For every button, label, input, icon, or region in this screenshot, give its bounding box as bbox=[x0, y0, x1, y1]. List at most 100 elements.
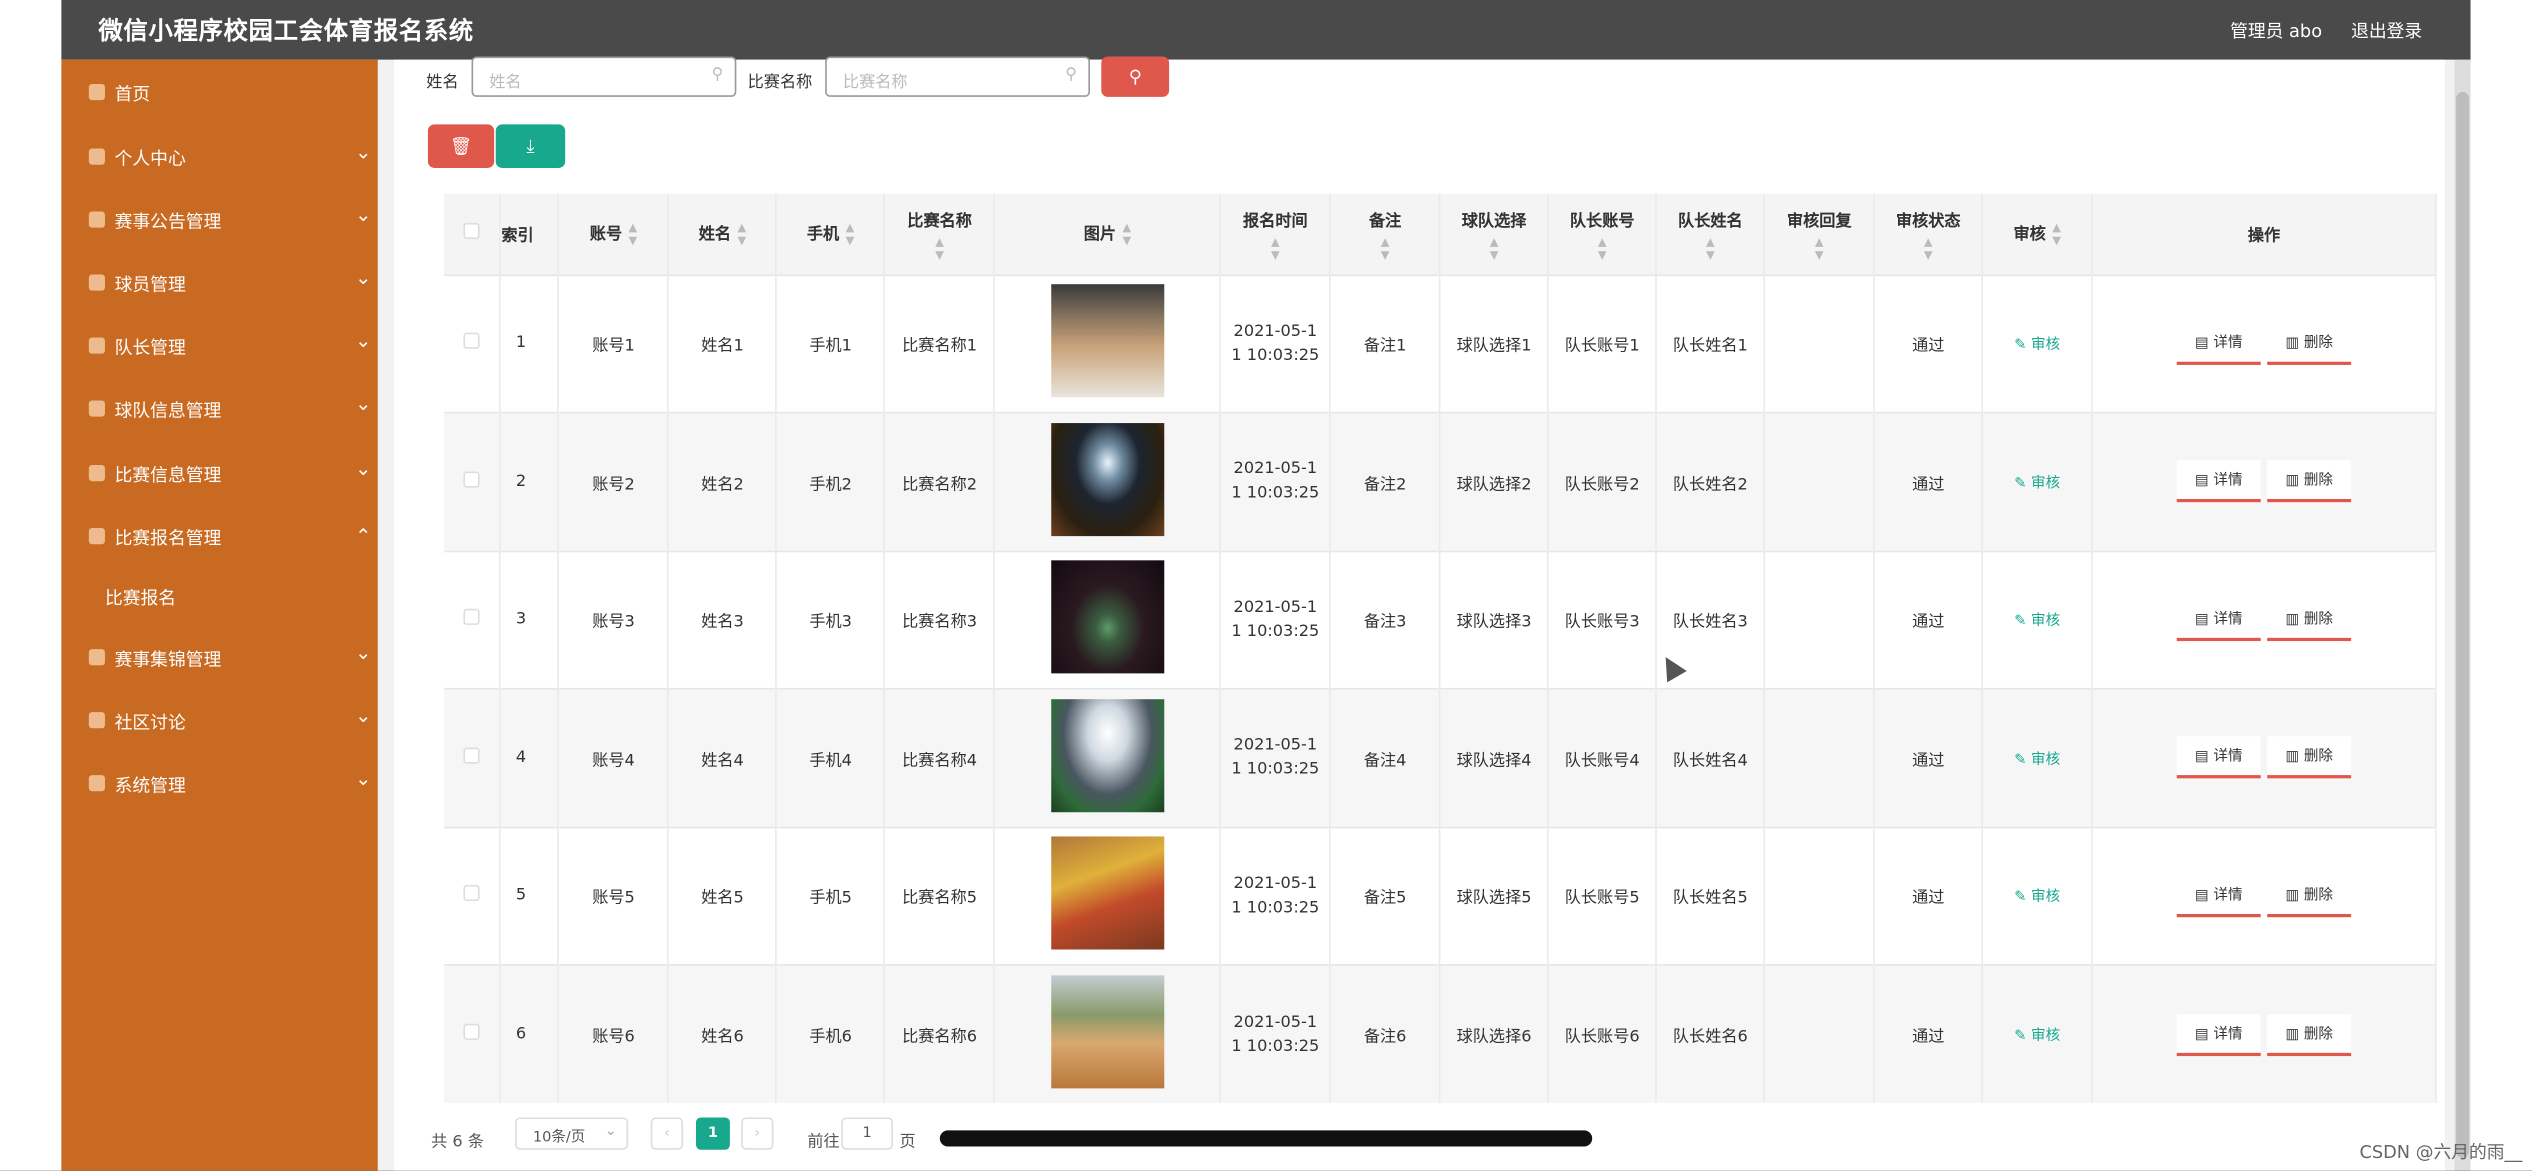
delete-button[interactable]: ▥ 删除 bbox=[2267, 736, 2352, 779]
venue-thumbnail[interactable] bbox=[1050, 422, 1164, 536]
cell-index: 6 bbox=[500, 964, 560, 1103]
column-header-3[interactable]: 手机 ▲ ▼ bbox=[776, 193, 886, 275]
sort-icon[interactable]: ▲ ▼ bbox=[1657, 235, 1764, 261]
audit-link[interactable]: ✎ 审核 bbox=[2014, 338, 2060, 354]
sort-icon[interactable]: ▲ ▼ bbox=[738, 222, 747, 248]
sidebar-item-7[interactable]: 比赛报名管理 ⌃ bbox=[61, 512, 378, 560]
sidebar-item-1[interactable]: 个人中心 ⌄ bbox=[61, 132, 378, 180]
batch-delete-button[interactable]: 🗑 bbox=[427, 124, 495, 168]
audit-link[interactable]: ✎ 审核 bbox=[2014, 752, 2060, 768]
row-checkbox[interactable] bbox=[463, 471, 480, 488]
audit-link[interactable]: ✎ 审核 bbox=[2014, 890, 2060, 906]
sort-icon[interactable]: ▲ ▼ bbox=[629, 222, 638, 248]
sidebar-item-10[interactable]: 系统管理 ⌄ bbox=[61, 759, 378, 807]
sort-icon[interactable]: ▲ ▼ bbox=[1441, 235, 1548, 261]
next-page-button[interactable]: › bbox=[741, 1117, 774, 1150]
sort-icon[interactable]: ▲ ▼ bbox=[1331, 235, 1439, 261]
column-header-1[interactable]: 账号 ▲ ▼ bbox=[558, 193, 670, 275]
column-header-2[interactable]: 姓名 ▲ ▼ bbox=[668, 193, 778, 275]
column-header-10[interactable]: 队长姓名 ▲ ▼ bbox=[1656, 193, 1766, 275]
detail-button[interactable]: ▤ 详情 bbox=[2176, 736, 2261, 779]
detail-button[interactable]: ▤ 详情 bbox=[2176, 1013, 2261, 1056]
audit-link[interactable]: ✎ 审核 bbox=[2014, 614, 2060, 630]
sort-icon[interactable]: ▲ ▼ bbox=[1765, 235, 1873, 261]
row-checkbox[interactable] bbox=[463, 609, 480, 626]
column-header-7[interactable]: 备注 ▲ ▼ bbox=[1330, 193, 1441, 275]
horizontal-scrollbar[interactable] bbox=[939, 1130, 1593, 1147]
sort-icon[interactable]: ▲ ▼ bbox=[1549, 235, 1656, 261]
sort-icon[interactable]: ▲ ▼ bbox=[2052, 222, 2061, 248]
sidebar-subitem-registration[interactable]: 比赛报名 bbox=[105, 585, 176, 611]
cell-note: 备注5 bbox=[1330, 825, 1441, 965]
detail-button[interactable]: ▤ 详情 bbox=[2176, 874, 2261, 917]
venue-thumbnail[interactable] bbox=[1050, 836, 1164, 950]
column-header-4[interactable]: 比赛名称 ▲ ▼ bbox=[884, 193, 996, 275]
row-checkbox[interactable] bbox=[463, 885, 480, 902]
sort-icon[interactable]: ▲ ▼ bbox=[1221, 235, 1329, 261]
sort-icon[interactable]: ▲ ▼ bbox=[846, 222, 855, 248]
column-header-12[interactable]: 审核状态 ▲ ▼ bbox=[1874, 193, 1984, 275]
audit-link[interactable]: ✎ 审核 bbox=[2014, 476, 2060, 492]
sidebar-item-9[interactable]: 社区讨论 ⌄ bbox=[61, 696, 378, 744]
detail-button[interactable]: ▤ 详情 bbox=[2176, 598, 2261, 641]
delete-button[interactable]: ▥ 删除 bbox=[2267, 1013, 2352, 1056]
select-all-checkbox[interactable] bbox=[463, 223, 480, 240]
search-button[interactable]: ⚲ bbox=[1101, 56, 1170, 97]
name-search-input[interactable]: 姓名 ⚲ bbox=[471, 56, 737, 97]
right-margin bbox=[2470, 0, 2532, 1171]
sidebar-item-5[interactable]: 球队信息管理 ⌄ bbox=[61, 384, 378, 432]
venue-thumbnail[interactable] bbox=[1050, 560, 1164, 674]
vertical-scroll-thumb[interactable] bbox=[2456, 92, 2470, 1158]
sidebar-item-8[interactable]: 赛事集锦管理 ⌄ bbox=[61, 633, 378, 681]
venue-thumbnail[interactable] bbox=[1050, 698, 1164, 812]
column-header-11[interactable]: 审核回复 ▲ ▼ bbox=[1764, 193, 1875, 275]
goto-page-input[interactable]: 1 bbox=[841, 1117, 893, 1150]
delete-button[interactable]: ▥ 删除 bbox=[2267, 322, 2352, 365]
column-header-9[interactable]: 队长账号 ▲ ▼ bbox=[1548, 193, 1658, 275]
column-header-13[interactable]: 审核 ▲ ▼ bbox=[1982, 193, 2093, 275]
audit-cell: ✎ 审核 bbox=[1982, 825, 2093, 965]
column-header-6[interactable]: 报名时间 ▲ ▼ bbox=[1220, 193, 1332, 275]
sort-icon[interactable]: ▲ ▼ bbox=[886, 235, 994, 261]
detail-button[interactable]: ▤ 详情 bbox=[2176, 322, 2261, 365]
row-checkbox[interactable] bbox=[463, 747, 480, 764]
cell-account: 账号6 bbox=[558, 964, 670, 1103]
venue-thumbnail[interactable] bbox=[1050, 975, 1164, 1089]
sort-icon[interactable]: ▲ ▼ bbox=[1875, 235, 1982, 261]
download-icon: ⤓ bbox=[526, 135, 535, 157]
detail-button[interactable]: ▤ 详情 bbox=[2176, 460, 2261, 503]
edit-icon: ✎ bbox=[2014, 614, 2032, 631]
time-line-1: 2021-05-1 bbox=[1233, 598, 1318, 617]
detail-label: 详情 bbox=[2213, 1026, 2243, 1043]
sidebar-item-6[interactable]: 比赛信息管理 ⌄ bbox=[61, 449, 378, 497]
vertical-scrollbar[interactable] bbox=[2454, 59, 2471, 1171]
page-size-select[interactable]: 10条/页 ⌄ bbox=[515, 1117, 629, 1150]
sidebar-item-0[interactable]: 首页 bbox=[61, 68, 378, 116]
menu-icon bbox=[88, 211, 105, 228]
delete-button[interactable]: ▥ 删除 bbox=[2267, 874, 2352, 917]
registration-time-cell: 2021-05-1 1 10:03:25 bbox=[1220, 411, 1332, 551]
page-1-button[interactable]: 1 bbox=[695, 1117, 730, 1150]
sort-icon[interactable]: ▲ ▼ bbox=[1122, 222, 1131, 248]
delete-button[interactable]: ▥ 删除 bbox=[2267, 598, 2352, 641]
time-line-1: 2021-05-1 bbox=[1233, 736, 1318, 755]
chevron-down-icon: ⌄ bbox=[355, 641, 372, 664]
column-header-8[interactable]: 球队选择 ▲ ▼ bbox=[1439, 193, 1549, 275]
cell-note: 备注1 bbox=[1330, 273, 1441, 413]
audit-link[interactable]: ✎ 审核 bbox=[2014, 1029, 2060, 1045]
sidebar-item-2[interactable]: 赛事公告管理 ⌄ bbox=[61, 195, 378, 243]
sidebar-item-3[interactable]: 球员管理 ⌄ bbox=[61, 258, 378, 306]
prev-page-button[interactable]: ‹ bbox=[650, 1117, 684, 1150]
cell-account: 账号1 bbox=[558, 273, 670, 413]
logout-button[interactable]: 退出登录 bbox=[2351, 18, 2422, 44]
venue-thumbnail[interactable] bbox=[1050, 284, 1164, 398]
match-search-input[interactable]: 比赛名称 ⚲ bbox=[825, 56, 1090, 97]
row-checkbox[interactable] bbox=[463, 333, 480, 350]
export-button[interactable]: ⤓ bbox=[495, 124, 566, 168]
row-checkbox[interactable] bbox=[463, 1023, 480, 1040]
column-header-5[interactable]: 图片 ▲ ▼ bbox=[994, 193, 1222, 275]
sidebar-item-4[interactable]: 队长管理 ⌄ bbox=[61, 321, 378, 369]
delete-button[interactable]: ▥ 删除 bbox=[2267, 460, 2352, 503]
row-checkbox-cell bbox=[444, 273, 502, 413]
sidebar-item-label: 社区讨论 bbox=[114, 712, 186, 734]
